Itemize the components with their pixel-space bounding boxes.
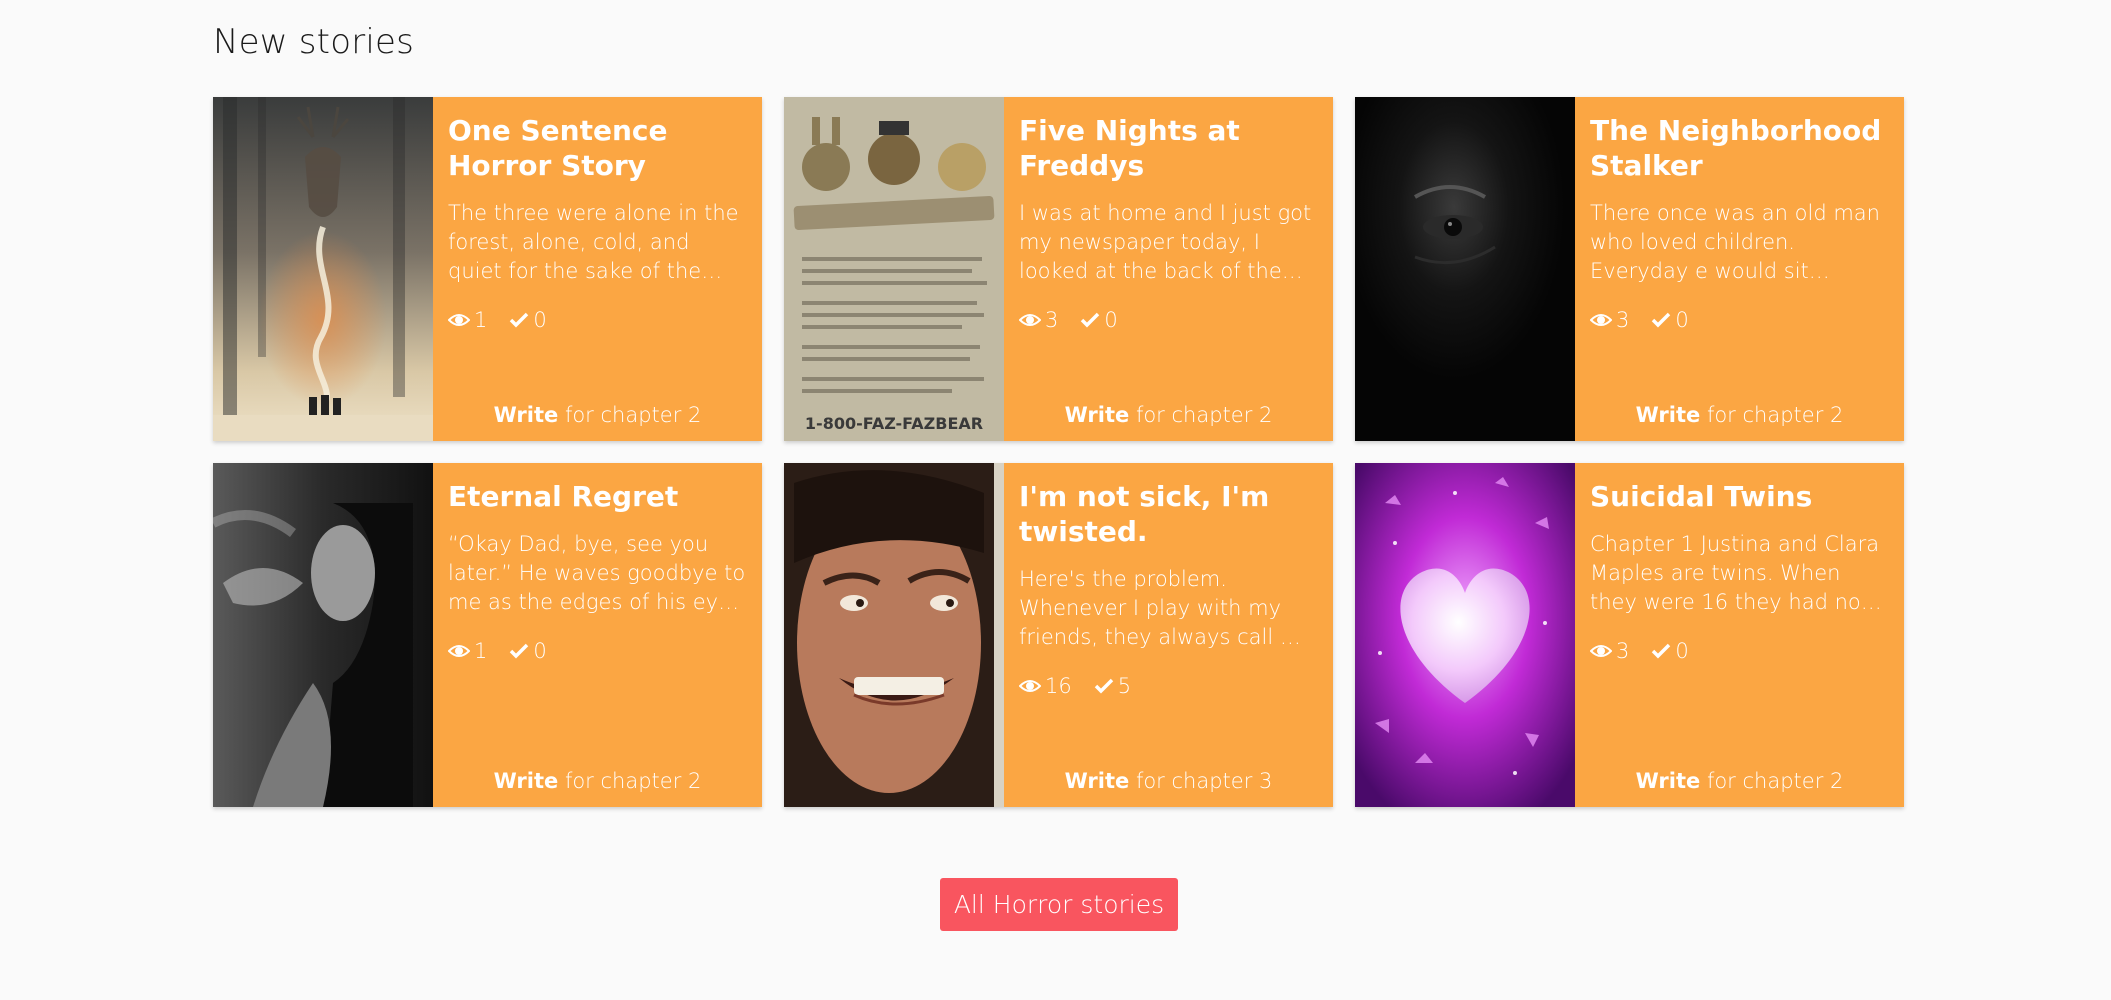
- story-thumbnail[interactable]: 1-800-FAZ-FAZBEAR: [784, 97, 1004, 441]
- story-card[interactable]: 1-800-FAZ-FAZBEAR Five Nights at Freddys…: [784, 97, 1333, 441]
- story-excerpt: I was at home and I just got my newspape…: [1019, 201, 1312, 283]
- write-chapter-link[interactable]: Write for chapter 2: [1575, 403, 1904, 427]
- checks-count: 0: [1104, 308, 1118, 332]
- checks-stat: 0: [509, 308, 547, 332]
- checks-count: 0: [1675, 639, 1689, 663]
- write-label: Write: [493, 769, 559, 793]
- story-content: Eternal Regret “Okay Dad, bye, see you l…: [433, 463, 762, 807]
- section-title: New stories: [213, 22, 415, 62]
- story-stats: 1 0: [448, 308, 748, 332]
- checks-stat: 0: [1080, 308, 1118, 332]
- chapter-text: for chapter 2: [564, 403, 702, 427]
- story-thumbnail[interactable]: [213, 97, 433, 441]
- chapter-text: for chapter 2: [1135, 403, 1273, 427]
- story-stats: 1 0: [448, 639, 748, 663]
- check-icon: [1652, 312, 1671, 328]
- check-icon: [1094, 678, 1113, 694]
- chapter-text: for chapter 3: [1135, 769, 1273, 793]
- eye-icon: [1019, 680, 1041, 692]
- story-title[interactable]: One Sentence Horror Story: [448, 113, 748, 183]
- stories-grid: One Sentence Horror Story The three were…: [213, 97, 1905, 807]
- check-icon: [1652, 643, 1671, 659]
- eye-icon: [448, 645, 470, 657]
- story-excerpt: The three were alone in the forest, alon…: [448, 201, 739, 283]
- story-content: One Sentence Horror Story The three were…: [433, 97, 762, 441]
- views-stat: 3: [1590, 639, 1629, 663]
- eye-icon: [448, 314, 470, 326]
- story-title[interactable]: The Neighborhood Stalker: [1590, 113, 1890, 183]
- story-excerpt: “Okay Dad, bye, see you later.” He waves…: [448, 532, 746, 614]
- check-icon: [510, 312, 529, 328]
- views-stat: 16: [1019, 674, 1072, 698]
- all-horror-stories-button[interactable]: All Horror stories: [940, 878, 1178, 931]
- chapter-text: for chapter 2: [1706, 769, 1844, 793]
- story-content: I'm not sick, I'm twisted. Here's the pr…: [1004, 463, 1333, 807]
- story-stats: 3 0: [1590, 308, 1890, 332]
- story-thumbnail[interactable]: [1355, 97, 1575, 441]
- story-thumbnail[interactable]: [784, 463, 1004, 807]
- checks-count: 5: [1117, 674, 1132, 698]
- checks-stat: 5: [1094, 674, 1131, 698]
- story-thumbnail[interactable]: [213, 463, 433, 807]
- story-title[interactable]: I'm not sick, I'm twisted.: [1019, 479, 1319, 549]
- views-count: 3: [1616, 308, 1630, 332]
- checks-count: 0: [533, 639, 547, 663]
- story-title[interactable]: Suicidal Twins: [1590, 479, 1890, 514]
- views-count: 1: [474, 639, 488, 663]
- views-count: 3: [1616, 639, 1630, 663]
- views-stat: 3: [1019, 308, 1058, 332]
- story-card[interactable]: One Sentence Horror Story The three were…: [213, 97, 762, 441]
- eye-icon: [1590, 645, 1612, 657]
- write-label: Write: [493, 403, 559, 427]
- story-stats: 3 0: [1590, 639, 1890, 663]
- page: New stories One Sentence Horror Story Th…: [0, 0, 2111, 1000]
- checks-count: 0: [1675, 308, 1689, 332]
- views-stat: 3: [1590, 308, 1629, 332]
- views-count: 16: [1045, 674, 1072, 698]
- check-icon: [510, 643, 529, 659]
- write-label: Write: [1064, 403, 1130, 427]
- checks-count: 0: [533, 308, 547, 332]
- story-card[interactable]: Eternal Regret “Okay Dad, bye, see you l…: [213, 463, 762, 807]
- views-stat: 1: [448, 639, 487, 663]
- write-chapter-link[interactable]: Write for chapter 2: [1575, 769, 1904, 793]
- checks-stat: 0: [1651, 639, 1689, 663]
- write-chapter-link[interactable]: Write for chapter 2: [1004, 403, 1333, 427]
- story-card[interactable]: Suicidal Twins Chapter 1 Justina and Cla…: [1355, 463, 1904, 807]
- views-count: 1: [474, 308, 488, 332]
- story-stats: 16 5: [1019, 674, 1319, 698]
- story-stats: 3 0: [1019, 308, 1319, 332]
- write-label: Write: [1635, 769, 1701, 793]
- chapter-text: for chapter 2: [564, 769, 702, 793]
- checks-stat: 0: [509, 639, 547, 663]
- story-excerpt: Chapter 1 Justina and Clara Maples are t…: [1590, 532, 1880, 614]
- write-chapter-link[interactable]: Write for chapter 2: [433, 403, 762, 427]
- write-label: Write: [1064, 769, 1130, 793]
- story-content: Five Nights at Freddys I was at home and…: [1004, 97, 1333, 441]
- eye-icon: [1590, 314, 1612, 326]
- write-label: Write: [1635, 403, 1701, 427]
- write-chapter-link[interactable]: Write for chapter 2: [433, 769, 762, 793]
- story-content: Suicidal Twins Chapter 1 Justina and Cla…: [1575, 463, 1904, 807]
- views-stat: 1: [448, 308, 487, 332]
- newspaper-phone-text: 1-800-FAZ-FAZBEAR: [805, 414, 983, 433]
- chapter-text: for chapter 2: [1706, 403, 1844, 427]
- story-content: The Neighborhood Stalker There once was …: [1575, 97, 1904, 441]
- write-chapter-link[interactable]: Write for chapter 3: [1004, 769, 1333, 793]
- story-title[interactable]: Five Nights at Freddys: [1019, 113, 1319, 183]
- checks-stat: 0: [1651, 308, 1689, 332]
- story-title[interactable]: Eternal Regret: [448, 479, 748, 514]
- views-count: 3: [1045, 308, 1059, 332]
- story-excerpt: Here's the problem. Whenever I play with…: [1019, 567, 1314, 649]
- story-card[interactable]: I'm not sick, I'm twisted. Here's the pr…: [784, 463, 1333, 807]
- story-card[interactable]: The Neighborhood Stalker There once was …: [1355, 97, 1904, 441]
- story-excerpt: There once was an old man who loved chil…: [1590, 201, 1880, 283]
- story-thumbnail[interactable]: [1355, 463, 1575, 807]
- eye-icon: [1019, 314, 1041, 326]
- check-icon: [1081, 312, 1100, 328]
